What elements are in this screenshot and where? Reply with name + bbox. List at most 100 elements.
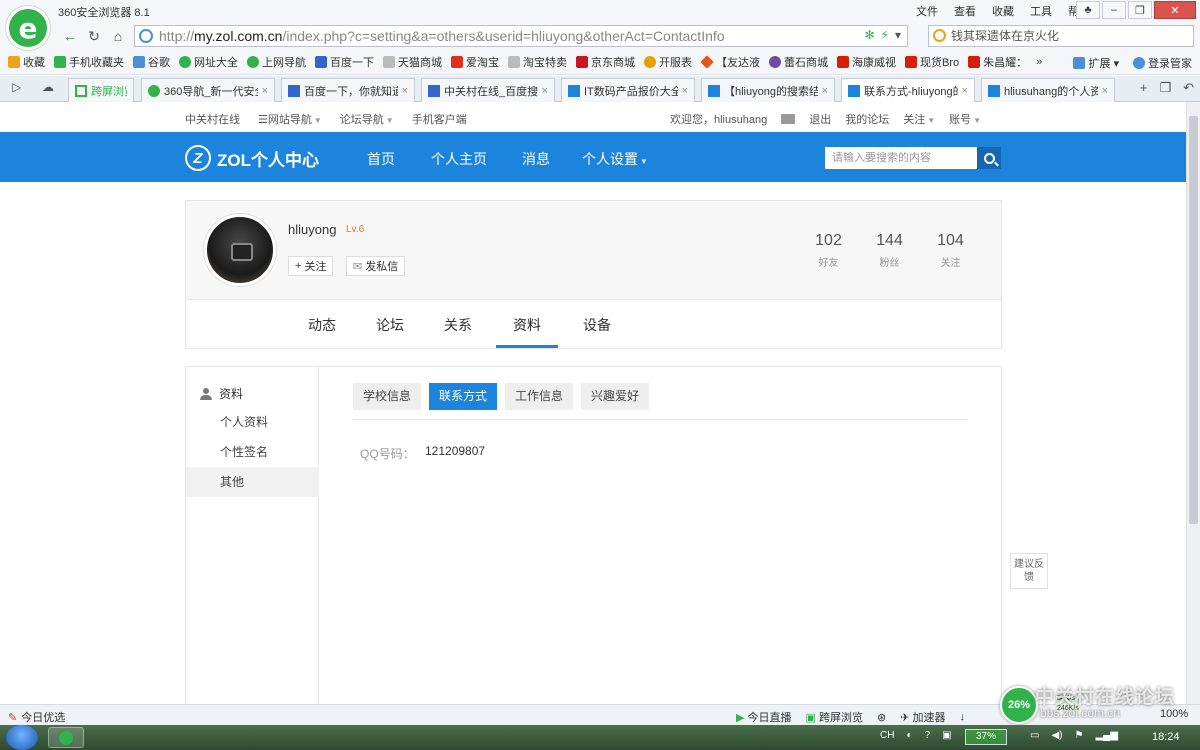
bookmark-item[interactable]: 收藏: [8, 54, 45, 70]
tab-forum[interactable]: 论坛: [376, 315, 404, 335]
subtab-hobbies[interactable]: 兴趣爱好: [581, 383, 650, 410]
tab-close-icon[interactable]: ×: [1102, 85, 1108, 97]
window-icon[interactable]: ▭: [1030, 730, 1039, 741]
subtab-school[interactable]: 学校信息: [353, 383, 422, 410]
home-icon[interactable]: ⌂: [108, 26, 128, 46]
bookmark-item[interactable]: 【友达液: [700, 54, 760, 70]
undo-close-icon[interactable]: ↶: [1183, 80, 1194, 96]
restore-button[interactable]: ❐: [1128, 1, 1152, 19]
send-message-button[interactable]: ✉ 发私信: [346, 256, 406, 276]
page-scrollbar[interactable]: [1186, 102, 1200, 704]
site-search-button[interactable]: [977, 147, 1001, 169]
tab-devices[interactable]: 设备: [583, 315, 611, 335]
bookmark-item[interactable]: 百度一下: [315, 54, 374, 70]
bookmark-item[interactable]: 网址大全: [179, 54, 238, 70]
follow-button[interactable]: + 关注: [288, 256, 334, 276]
menu-file[interactable]: 文件: [916, 3, 938, 19]
battery-indicator[interactable]: 37%: [965, 729, 1007, 745]
accelerator-button[interactable]: ✈ 加速器: [900, 709, 945, 725]
extensions-button[interactable]: 扩展 ▾: [1073, 55, 1119, 71]
tray-icon[interactable]: ◐: [906, 730, 912, 741]
bookmark-item[interactable]: 蕾石商城: [769, 54, 828, 70]
stat-following[interactable]: 104 关注: [920, 232, 981, 269]
tab-search-results[interactable]: 【hliuyong的搜索结 ×: [701, 78, 835, 102]
security-check-icon[interactable]: ✻: [864, 28, 874, 42]
tab-profile[interactable]: hliusuhang的个人资 ×: [981, 78, 1115, 102]
nav-messages[interactable]: 消息: [522, 149, 582, 169]
bookmark-item[interactable]: 谷歌: [133, 54, 170, 70]
help-icon[interactable]: ?: [925, 730, 931, 741]
chrome-ball-icon[interactable]: ⊛: [877, 711, 886, 724]
volume-icon[interactable]: ◀): [1051, 730, 1062, 741]
start-button[interactable]: [6, 725, 38, 750]
sidebar-toggle-icon[interactable]: ▷: [12, 80, 21, 94]
logout-link[interactable]: 退出: [809, 111, 831, 127]
new-tab-icon[interactable]: +: [1140, 80, 1148, 96]
more-bookmarks-icon[interactable]: »: [1036, 56, 1042, 68]
live-today-button[interactable]: ▶ 今日直播: [736, 709, 792, 725]
nav-settings[interactable]: 个人设置 ▼: [582, 149, 648, 169]
tab-profile-info[interactable]: 资料: [513, 315, 541, 335]
nav-personal-home[interactable]: 个人主页: [431, 149, 522, 169]
sidebar-item-other[interactable]: 其他: [186, 467, 319, 497]
zoom-level[interactable]: 100%: [1160, 708, 1188, 720]
follow-menu[interactable]: 关注 ▼: [903, 111, 935, 127]
tab-close-icon[interactable]: ×: [962, 85, 968, 97]
zol-home-link[interactable]: 中关村在线: [185, 111, 240, 127]
forum-nav-link[interactable]: 论坛导航 ▼: [340, 111, 394, 127]
bookmark-item[interactable]: 现货Bro: [905, 54, 959, 70]
menu-tools[interactable]: 工具: [1030, 3, 1052, 19]
bookmark-item[interactable]: 朱昌耀：: [968, 54, 1027, 70]
feedback-button[interactable]: 建议反馈: [1010, 553, 1048, 589]
browser-search-field[interactable]: 钱其琛遗体在京火化: [928, 25, 1194, 47]
flag-icon[interactable]: ⚑: [1074, 730, 1083, 741]
bookmark-item[interactable]: 海康威视: [837, 54, 896, 70]
tab-baidu-search[interactable]: 中关村在线_百度搜索×: [421, 78, 555, 102]
subtab-contact[interactable]: 联系方式: [429, 383, 498, 410]
sidebar-item-personal-info[interactable]: 个人资料: [186, 407, 319, 437]
tab-close-icon[interactable]: ×: [262, 85, 268, 97]
language-indicator[interactable]: CH: [880, 730, 894, 741]
lightning-icon[interactable]: ⚡: [881, 28, 889, 42]
bookmark-item[interactable]: 京东商城: [576, 54, 635, 70]
tab-contact-info[interactable]: 联系方式-hliuyong的 ×: [841, 78, 975, 103]
tab-cross-screen[interactable]: 跨屏浏览: [68, 78, 134, 102]
bookmark-item[interactable]: 爱淘宝: [451, 54, 499, 70]
stat-fans[interactable]: 144 粉丝: [859, 232, 920, 269]
today-picks[interactable]: ✎ 今日优选: [8, 709, 65, 725]
tab-360-nav[interactable]: 360导航_新一代安全 ×: [141, 78, 275, 102]
bookmark-item[interactable]: 开服表: [644, 54, 692, 70]
dropdown-icon[interactable]: ▾: [895, 28, 901, 42]
cloud-icon[interactable]: ☁: [42, 80, 54, 94]
minimize-button[interactable]: –: [1102, 1, 1126, 19]
clock[interactable]: 18:24: [1152, 731, 1180, 743]
tab-it-products[interactable]: IT数码产品报价大全_ ×: [561, 78, 695, 102]
refresh-icon[interactable]: ↻: [84, 26, 104, 46]
zol-logo[interactable]: Z ZOL个人中心: [185, 145, 319, 171]
bookmark-item[interactable]: 上网导航: [247, 54, 306, 70]
current-user[interactable]: hliusuhang: [714, 114, 767, 126]
bookmark-item[interactable]: 淘宝特卖: [508, 54, 567, 70]
network-icon[interactable]: ▣: [942, 730, 951, 741]
tab-close-icon[interactable]: ×: [402, 85, 408, 97]
taskbar-browser-app[interactable]: [48, 727, 84, 748]
skin-icon[interactable]: ♣: [1076, 1, 1100, 19]
close-button[interactable]: ✕: [1154, 1, 1196, 19]
avatar[interactable]: [204, 214, 276, 286]
profile-username[interactable]: hliuyong: [288, 222, 336, 237]
my-forum-link[interactable]: 我的论坛: [845, 111, 889, 127]
account-menu[interactable]: 账号 ▼: [949, 111, 981, 127]
menu-favorites[interactable]: 收藏: [992, 3, 1014, 19]
tab-baidu[interactable]: 百度一下，你就知道 ×: [281, 78, 415, 102]
tab-activity[interactable]: 动态: [308, 315, 336, 335]
menu-view[interactable]: 查看: [954, 3, 976, 19]
tab-close-icon[interactable]: ×: [682, 85, 688, 97]
subtab-work[interactable]: 工作信息: [505, 383, 574, 410]
mobile-client-link[interactable]: 手机客户端: [412, 111, 467, 127]
download-icon[interactable]: ↓: [960, 711, 966, 723]
mail-icon[interactable]: [781, 114, 796, 124]
nav-home[interactable]: 首页: [367, 149, 431, 169]
site-search-input[interactable]: 请输入要搜索的内容: [825, 147, 977, 169]
tab-relations[interactable]: 关系: [444, 315, 472, 335]
sidebar-item-signature[interactable]: 个性签名: [186, 437, 319, 467]
